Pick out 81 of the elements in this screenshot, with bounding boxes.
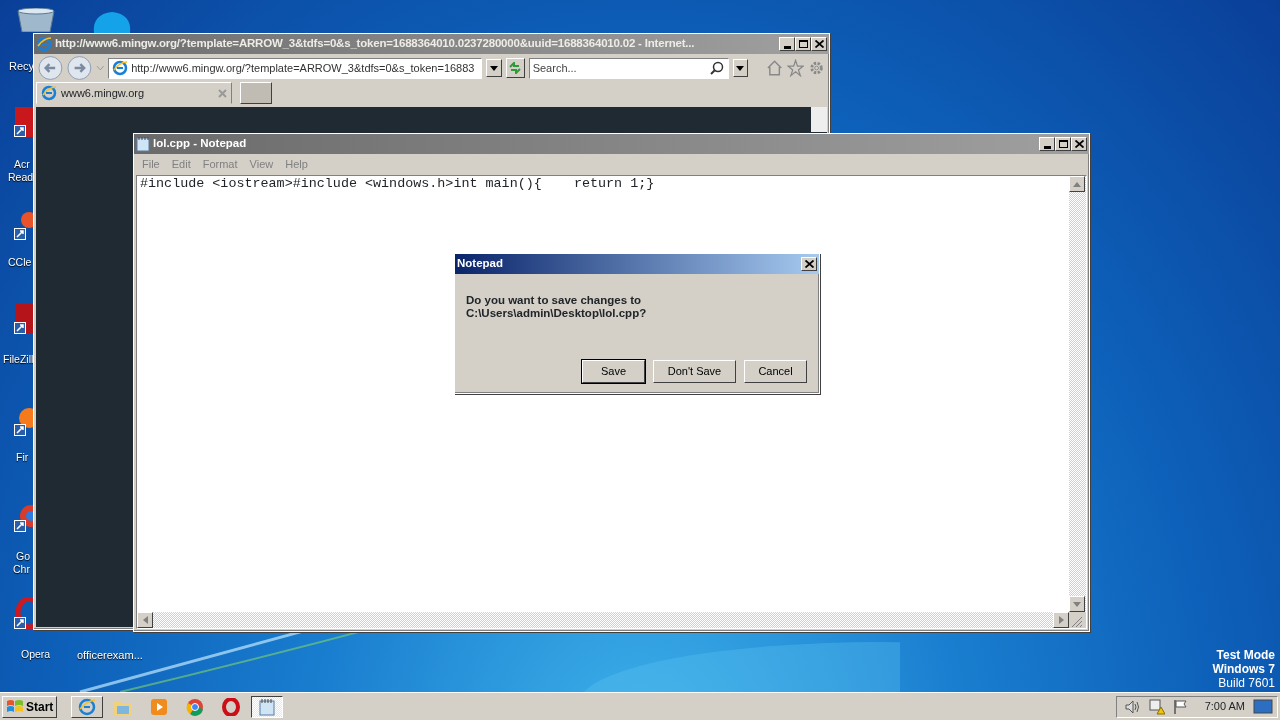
window-title: http://www6.mingw.org/?template=ARROW_3&tdfs=0&s_token=1688364010.0237280000&uuid=1688364010.02 - Internet... (55, 36, 695, 52)
browser-icon (41, 85, 57, 101)
show-desktop-icon[interactable] (1253, 698, 1273, 715)
minimize-icon (1043, 145, 1051, 149)
scroll-up-button[interactable] (1069, 176, 1085, 192)
dialog-button[interactable]: Cancel (744, 360, 807, 383)
minimize-button[interactable] (1039, 137, 1055, 151)
caret-icon (489, 65, 498, 71)
start-button[interactable]: Start (2, 695, 58, 718)
refresh-icon (508, 62, 523, 74)
close-icon (1074, 140, 1084, 148)
scrollbar[interactable] (1069, 176, 1086, 612)
close-button[interactable] (801, 257, 817, 271)
icon-label: Read (8, 170, 34, 185)
up-arrow-icon (1073, 181, 1081, 187)
star-icon[interactable] (786, 59, 804, 77)
flag-icon[interactable] (1172, 698, 1189, 715)
scrollbar[interactable] (811, 107, 827, 132)
refresh-button[interactable] (505, 58, 525, 78)
new-tab-button[interactable] (240, 82, 272, 104)
ring-logo-icon (222, 697, 241, 716)
dialog-message: Do you want to save changes to C:\Users\admin\Desktop\lol.cpp? (466, 294, 648, 320)
play-icon (150, 697, 169, 716)
icon-label: officerexam... (77, 648, 143, 663)
dialog-button[interactable]: Don't Save (653, 360, 736, 383)
code-text: #include <iostream>#include <windows.h>int main(){ return 1;} (139, 176, 656, 192)
search-field[interactable]: Search... (528, 57, 729, 79)
clock[interactable]: 7:00 AM (1204, 698, 1245, 715)
round-logo-icon (186, 697, 205, 716)
window-title: lol.cpp - Notepad (153, 136, 247, 152)
icon-label: Fir (16, 450, 29, 465)
back-button[interactable] (38, 55, 63, 81)
scroll-right-button[interactable] (1053, 612, 1069, 628)
icon-label: Acr (14, 157, 30, 172)
icon-label: Opera (21, 647, 51, 662)
icon-label: Go (16, 549, 30, 564)
scrollbar[interactable] (137, 612, 1069, 628)
windows-logo-icon (6, 698, 24, 715)
browser-tab[interactable]: www6.mingw.org (36, 82, 232, 104)
close-icon (814, 40, 824, 48)
scroll-down-button[interactable] (1069, 596, 1085, 612)
down-arrow-icon (1073, 601, 1081, 607)
address-bar[interactable]: http://www6.mingw.org/?template=ARROW_3&tdfs=0&s_token=16883 (108, 57, 483, 79)
app-tile-icon[interactable] (13, 105, 33, 139)
app-tile-icon[interactable] (13, 302, 33, 336)
speaker-icon[interactable] (1124, 699, 1141, 714)
browser-icon (36, 36, 52, 52)
caret-icon (736, 65, 745, 71)
desktop-text: Test Mode (1215, 648, 1275, 662)
browser-icon (78, 697, 97, 716)
close-button[interactable] (811, 37, 827, 51)
left-arrow-icon (142, 616, 148, 624)
maximize-button[interactable] (795, 37, 811, 51)
icon-label: FileZill (3, 352, 34, 367)
minimize-icon (783, 45, 791, 49)
icon-label: Recy (9, 59, 35, 74)
desktop-text: Build 7601 (1217, 676, 1275, 690)
dropdown-button[interactable] (732, 59, 748, 77)
close-button[interactable] (1071, 137, 1087, 151)
network-warning-icon[interactable] (1148, 698, 1165, 715)
dropdown-button[interactable] (486, 59, 502, 77)
close-icon (804, 260, 814, 268)
search-icon[interactable] (709, 60, 724, 75)
trash-can-icon[interactable] (16, 8, 56, 32)
resize-grip-icon[interactable] (1069, 614, 1083, 629)
notepad-icon (136, 136, 150, 152)
right-arrow-icon (1058, 616, 1064, 624)
dialog-button[interactable]: Save (582, 360, 645, 383)
dialog-title: Notepad (457, 256, 503, 272)
icon-label: Chr (13, 562, 30, 577)
browser-icon (112, 60, 129, 76)
minimize-button[interactable] (779, 37, 795, 51)
desktop-text: Windows 7 (1212, 662, 1275, 676)
scroll-left-button[interactable] (137, 612, 153, 628)
taskbar-button[interactable] (251, 695, 284, 718)
maximize-icon (798, 40, 808, 48)
forward-button[interactable] (66, 55, 92, 81)
icon-label: CCle (8, 255, 32, 270)
maximize-icon (1058, 140, 1068, 148)
notepad-icon (259, 697, 276, 716)
maximize-button[interactable] (1055, 137, 1071, 151)
